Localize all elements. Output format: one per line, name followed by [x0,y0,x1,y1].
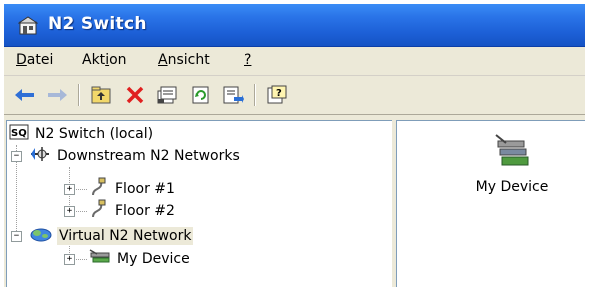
expand-toggle[interactable]: + [64,254,75,265]
tree-item-virtual-network[interactable]: Virtual N2 Network [29,225,194,247]
menu-ansicht[interactable]: Ansicht [158,52,210,68]
tree-item-floor-2[interactable]: Floor #2 [89,199,177,223]
tree-connector [73,259,87,260]
toolbar-separator [78,84,80,106]
forward-arrow-icon[interactable] [44,83,70,107]
menu-help[interactable]: ? [244,52,251,68]
tree-connector [73,189,87,190]
svg-text:SQ: SQ [11,128,27,139]
tree-label-my-device: My Device [117,251,190,267]
window-title: N2 Switch [48,14,147,34]
toolbar-separator [254,84,256,106]
menu-aktion[interactable]: Aktion [82,52,127,68]
title-bar[interactable]: N2 Switch [4,4,585,47]
expand-toggle[interactable]: + [64,206,75,217]
tree-label-root: N2 Switch (local) [35,126,154,142]
network-hub-icon [29,145,51,167]
tree-item-root[interactable]: SQ N2 Switch (local) [9,123,155,145]
refresh-icon[interactable] [188,83,214,107]
tree-label-floor-2: Floor #2 [115,203,175,219]
network-cloud-icon [29,225,53,247]
delete-icon[interactable] [122,83,148,107]
up-folder-icon[interactable] [88,83,114,107]
menu-bar: Datei Aktion Ansicht ? [4,47,585,76]
tree-label-downstream: Downstream N2 Networks [57,148,240,164]
content-pane[interactable]: My Device [396,120,585,287]
device-icon [89,248,111,270]
app-window: N2 Switch Datei Aktion Ansicht ? ? SQ N2… [4,4,585,287]
tree-connector [73,211,87,212]
server-icon: SQ [9,123,29,145]
help-icon[interactable]: ? [264,83,290,107]
collapse-toggle[interactable]: − [11,151,22,162]
properties-icon[interactable] [154,83,180,107]
cable-icon [89,199,109,223]
collapse-toggle[interactable]: − [11,231,22,242]
expand-toggle[interactable]: + [64,184,75,195]
tree-item-downstream[interactable]: Downstream N2 Networks [29,145,242,167]
tree-item-floor-1[interactable]: Floor #1 [89,177,177,201]
svg-text:?: ? [276,88,282,99]
toolbar: ? [4,76,585,115]
device-tile[interactable]: My Device [457,133,567,195]
device-label: My Device [475,179,549,195]
tree-label-virtual-network: Virtual N2 Network [57,227,194,245]
back-arrow-icon[interactable] [12,83,38,107]
tree-pane[interactable]: SQ N2 Switch (local) − Downstream N2 Net… [6,120,392,287]
tree-item-my-device[interactable]: My Device [89,248,192,270]
tree-label-floor-1: Floor #1 [115,181,175,197]
app-icon [17,16,39,36]
device-large-icon [492,134,532,177]
menu-datei[interactable]: Datei [16,52,53,68]
cable-icon [89,177,109,201]
export-icon[interactable] [220,83,246,107]
